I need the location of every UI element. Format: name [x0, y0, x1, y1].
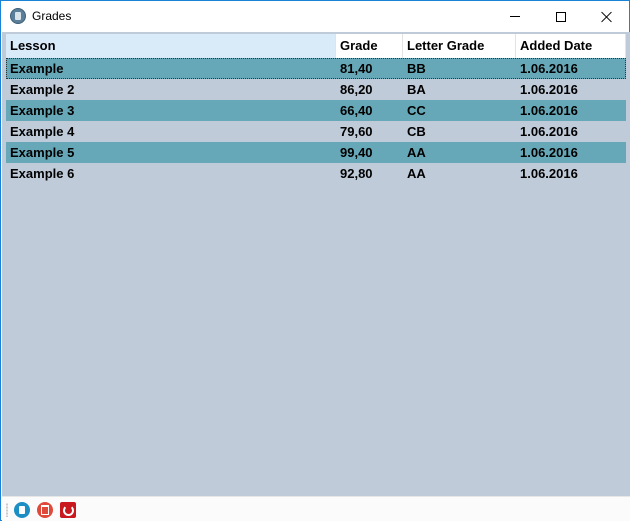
- cell-letter-grade: BB: [407, 61, 426, 76]
- maximize-icon: [556, 11, 566, 22]
- maximize-button[interactable]: [538, 1, 584, 32]
- toolbar-grip-icon[interactable]: [6, 503, 8, 517]
- window-title: Grades: [32, 9, 72, 23]
- cell-lesson: Example: [10, 61, 64, 76]
- table-row[interactable]: Example 6 92,80 AA 1.06.2016: [6, 163, 626, 184]
- cell-grade: 99,40: [340, 145, 373, 160]
- column-header-grade[interactable]: Grade: [336, 34, 403, 58]
- cell-grade: 86,20: [340, 82, 373, 97]
- minimize-button[interactable]: [492, 1, 538, 32]
- cell-added-date: 1.06.2016: [520, 61, 578, 76]
- cell-grade: 66,40: [340, 103, 373, 118]
- table-row[interactable]: Example 5 99,40 AA 1.06.2016: [6, 142, 626, 163]
- column-header-lesson[interactable]: Lesson: [6, 34, 336, 58]
- cell-added-date: 1.06.2016: [520, 103, 578, 118]
- minimize-icon: [510, 16, 520, 17]
- bottom-toolbar: [2, 496, 630, 521]
- cell-lesson: Example 3: [10, 103, 75, 118]
- close-icon: [601, 11, 613, 23]
- cell-added-date: 1.06.2016: [520, 124, 578, 139]
- grid-header: Lesson Grade Letter Grade Added Date: [6, 34, 626, 58]
- cell-lesson: Example 4: [10, 124, 75, 139]
- cell-added-date: 1.06.2016: [520, 166, 578, 181]
- close-button[interactable]: [584, 1, 630, 32]
- cell-lesson: Example 2: [10, 82, 75, 97]
- column-header-letter-grade[interactable]: Letter Grade: [403, 34, 516, 58]
- cell-letter-grade: CB: [407, 124, 426, 139]
- column-header-added-date[interactable]: Added Date: [516, 34, 626, 58]
- cell-grade: 79,60: [340, 124, 373, 139]
- app-icon: [10, 8, 26, 24]
- cell-grade: 92,80: [340, 166, 373, 181]
- exit-icon[interactable]: [60, 502, 76, 518]
- table-row[interactable]: Example 4 79,60 CB 1.06.2016: [6, 121, 626, 142]
- cell-letter-grade: AA: [407, 145, 426, 160]
- cell-lesson: Example 5: [10, 145, 75, 160]
- table-row[interactable]: Example 2 86,20 BA 1.06.2016: [6, 79, 626, 100]
- title-bar[interactable]: Grades: [1, 1, 629, 32]
- delete-icon[interactable]: [37, 502, 53, 518]
- grades-window: Grades Lesson Grade Letter Grade Added D…: [0, 0, 630, 521]
- cell-letter-grade: AA: [407, 166, 426, 181]
- cell-letter-grade: BA: [407, 82, 426, 97]
- cell-added-date: 1.06.2016: [520, 145, 578, 160]
- table-row[interactable]: Example 3 66,40 CC 1.06.2016: [6, 100, 626, 121]
- grades-grid[interactable]: Lesson Grade Letter Grade Added Date Exa…: [2, 32, 630, 496]
- cell-grade: 81,40: [340, 61, 373, 76]
- cell-letter-grade: CC: [407, 103, 426, 118]
- new-record-icon[interactable]: [14, 502, 30, 518]
- cell-lesson: Example 6: [10, 166, 75, 181]
- cell-added-date: 1.06.2016: [520, 82, 578, 97]
- table-row[interactable]: Example 81,40 BB 1.06.2016: [6, 58, 626, 79]
